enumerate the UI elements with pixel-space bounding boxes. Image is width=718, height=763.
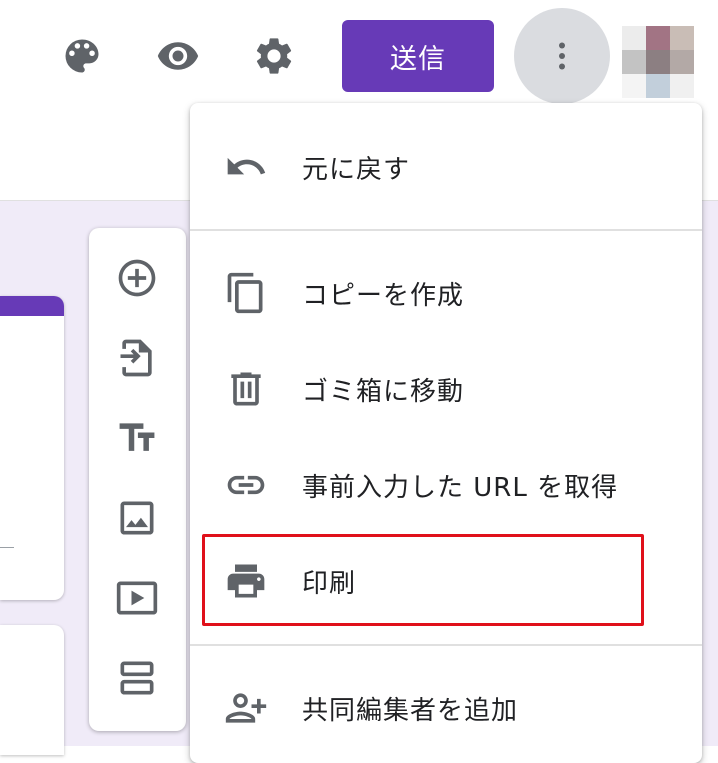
question-card[interactable] bbox=[0, 625, 64, 755]
menu-item-make-copy[interactable]: コピーを作成 bbox=[190, 245, 702, 341]
trash-icon bbox=[222, 365, 270, 413]
eye-icon[interactable] bbox=[154, 32, 202, 80]
menu-item-add-collaborators[interactable]: 共同編集者を追加 bbox=[190, 660, 702, 756]
form-header-card[interactable] bbox=[0, 296, 64, 600]
print-highlight-box bbox=[202, 534, 644, 626]
add-title-icon[interactable] bbox=[113, 414, 161, 462]
menu-item-label: 元に戻す bbox=[302, 154, 411, 185]
menu-item-label: 事前入力した URL を取得 bbox=[302, 472, 619, 503]
avatar[interactable] bbox=[622, 26, 694, 98]
undo-icon bbox=[222, 143, 270, 191]
add-video-icon[interactable] bbox=[113, 574, 161, 622]
copy-icon bbox=[222, 269, 270, 317]
menu-item-label: ゴミ箱に移動 bbox=[302, 376, 465, 407]
palette-icon[interactable] bbox=[58, 32, 106, 80]
side-toolbox bbox=[89, 228, 186, 731]
more-vert-icon[interactable] bbox=[514, 8, 610, 104]
menu-item-label: コピーを作成 bbox=[302, 280, 465, 311]
menu-divider bbox=[190, 644, 702, 646]
import-questions-icon[interactable] bbox=[113, 334, 161, 382]
menu-item-move-to-trash[interactable]: ゴミ箱に移動 bbox=[190, 341, 702, 437]
add-question-icon[interactable] bbox=[113, 254, 161, 302]
add-section-icon[interactable] bbox=[113, 654, 161, 702]
field-underline bbox=[0, 547, 14, 548]
send-button[interactable]: 送信 bbox=[342, 20, 494, 92]
menu-item-label: 共同編集者を追加 bbox=[302, 695, 519, 726]
gear-icon[interactable] bbox=[250, 32, 298, 80]
link-icon bbox=[222, 461, 270, 509]
more-options-menu: 元に戻す コピーを作成 ゴミ箱に移動 事前入力した URL を取得 印刷 共同編… bbox=[190, 103, 702, 763]
menu-item-undo[interactable]: 元に戻す bbox=[190, 119, 702, 215]
form-header-accent bbox=[0, 296, 64, 316]
menu-divider bbox=[190, 229, 702, 231]
menu-item-prefilled-url[interactable]: 事前入力した URL を取得 bbox=[190, 437, 702, 533]
add-people-icon bbox=[222, 684, 270, 732]
add-image-icon[interactable] bbox=[113, 494, 161, 542]
